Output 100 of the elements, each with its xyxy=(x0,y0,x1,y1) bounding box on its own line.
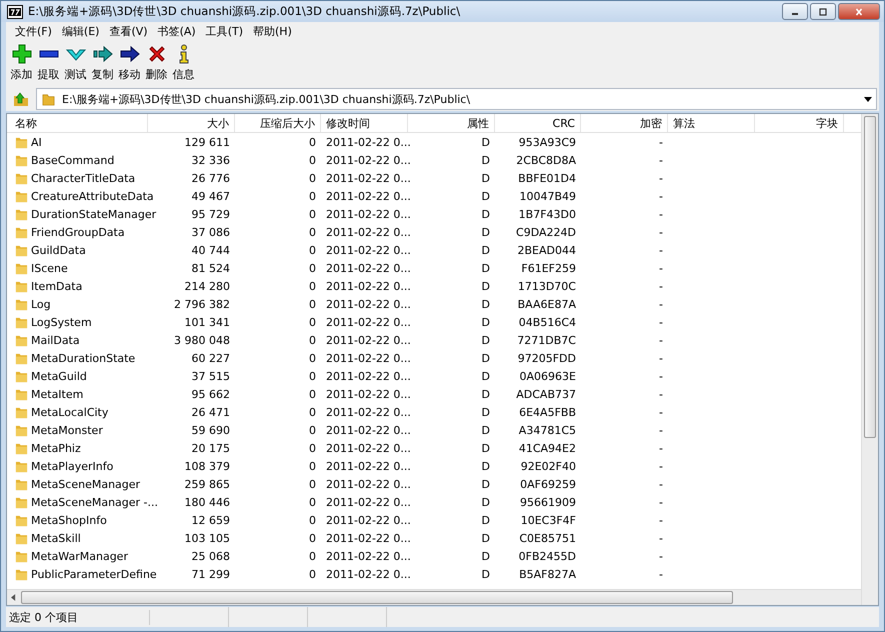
table-cell: 49 467 xyxy=(192,190,230,202)
table-cell: 71 299 xyxy=(192,568,230,580)
table-cell: - xyxy=(659,298,663,310)
table-cell: 0 xyxy=(309,442,316,454)
table-cell: 2011-02-22 0... xyxy=(326,172,411,184)
table-cell: 0FB2455D xyxy=(518,550,576,562)
table-cell: 12 659 xyxy=(192,514,230,526)
menu-item[interactable]: 编辑(E) xyxy=(56,24,104,38)
address-field[interactable]: E:\服务端+源码\3D传世\3D chuanshi源码.zip.001\3D chuanshi源码.7z\Public\ xyxy=(36,88,877,110)
vertical-scrollbar[interactable] xyxy=(861,114,878,605)
folder-icon xyxy=(15,154,28,166)
toolbar-button[interactable]: 移动 xyxy=(116,44,143,82)
table-cell: D xyxy=(482,460,490,472)
column-header[interactable]: CRC xyxy=(495,114,581,132)
column-header[interactable]: 字块 xyxy=(755,114,844,132)
table-cell: 0 xyxy=(309,370,316,382)
table-cell: A34781C5 xyxy=(518,424,576,436)
toolbar-button[interactable]: 提取 xyxy=(35,44,62,82)
table-cell: - xyxy=(659,370,663,382)
close-icon xyxy=(854,8,864,16)
toolbar-button[interactable]: 添加 xyxy=(8,44,35,82)
dropdown-arrow-icon[interactable] xyxy=(864,96,872,102)
table-cell: ItemData xyxy=(31,280,82,292)
table-cell: 103 105 xyxy=(184,532,230,544)
plus-icon xyxy=(12,44,32,64)
table-cell: 6E4A5FBB xyxy=(519,406,576,418)
table-cell: MetaWarManager xyxy=(31,550,128,562)
minimize-button[interactable] xyxy=(782,3,808,20)
menu-item[interactable]: 书签(A) xyxy=(152,24,201,38)
table-cell: CreatureAttributeData xyxy=(31,190,154,202)
status-text: 选定 0 个项目 xyxy=(6,610,150,624)
table-cell: 0A06963E xyxy=(520,370,576,382)
menu-item[interactable]: 工具(T) xyxy=(200,24,248,38)
folder-icon xyxy=(15,352,28,364)
table-cell: D xyxy=(482,172,490,184)
table-cell: Log xyxy=(31,298,51,310)
table-cell: - xyxy=(659,460,663,472)
table-cell: 214 280 xyxy=(184,280,230,292)
table-cell: 2011-02-22 0... xyxy=(326,388,411,400)
toolbar-button[interactable]: 测试 xyxy=(62,44,89,82)
table-cell: 0 xyxy=(309,424,316,436)
column-header[interactable]: 加密 xyxy=(581,114,668,132)
table-cell: 2011-02-22 0... xyxy=(326,352,411,364)
folder-icon xyxy=(15,370,28,382)
toolbar-button[interactable]: 删除 xyxy=(143,44,170,82)
table-cell: - xyxy=(659,136,663,148)
window-title: E:\服务端+源码\3D传世\3D chuanshi源码.zip.001\3D chuanshi源码.7z\Public\ xyxy=(28,4,460,19)
table-cell: 0 xyxy=(309,280,316,292)
scroll-left-icon[interactable] xyxy=(11,594,16,601)
table-cell: 0 xyxy=(309,568,316,580)
column-header[interactable]: 大小 xyxy=(148,114,235,132)
table-cell: 0 xyxy=(309,226,316,238)
table-cell: 180 446 xyxy=(184,496,230,508)
table-cell: C9DA224D xyxy=(516,226,576,238)
table-cell: ADCAB737 xyxy=(516,388,576,400)
table-cell: D xyxy=(482,136,490,148)
table-cell: DurationStateManager xyxy=(31,208,156,220)
double-arrow-icon xyxy=(92,44,112,64)
folder-icon xyxy=(15,532,28,544)
app-logo-icon xyxy=(7,4,23,18)
table-cell: 95 729 xyxy=(192,208,230,220)
table-cell: FriendGroupData xyxy=(31,226,125,238)
column-header[interactable]: 修改时间 xyxy=(321,114,408,132)
table-cell: 2011-02-22 0... xyxy=(326,154,411,166)
table-cell: 2011-02-22 0... xyxy=(326,262,411,274)
table-cell: 0 xyxy=(309,154,316,166)
toolbar-button[interactable]: 复制 xyxy=(89,44,116,82)
menu-item[interactable]: 帮助(H) xyxy=(248,24,297,38)
table-cell: 2011-02-22 0... xyxy=(326,550,411,562)
menu-item[interactable]: 文件(F) xyxy=(10,24,57,38)
column-header[interactable]: 名称 xyxy=(10,114,148,132)
close-button[interactable] xyxy=(838,3,880,20)
horizontal-scrollbar[interactable] xyxy=(7,589,861,605)
folder-icon xyxy=(15,388,28,400)
table-cell: D xyxy=(482,388,490,400)
table-cell: D xyxy=(482,568,490,580)
table-cell: 10EC3F4F xyxy=(520,514,576,526)
table-cell: D xyxy=(482,424,490,436)
table-cell: 0 xyxy=(309,514,316,526)
folder-icon xyxy=(15,442,28,454)
table-cell: MetaSkill xyxy=(31,532,81,544)
maximize-button[interactable] xyxy=(810,3,836,20)
table-cell: 04B516C4 xyxy=(518,316,576,328)
column-header[interactable]: 属性 xyxy=(408,114,495,132)
menu-item[interactable]: 查看(V) xyxy=(104,24,153,38)
toolbar-button[interactable]: 信息 xyxy=(170,44,197,82)
table-cell: 10047B49 xyxy=(519,190,576,202)
table-cell: MetaPlayerInfo xyxy=(31,460,114,472)
delete-icon xyxy=(146,44,166,64)
folder-icon xyxy=(15,190,28,202)
table-cell: - xyxy=(659,334,663,346)
table-cell: D xyxy=(482,208,490,220)
table-cell: 2011-02-22 0... xyxy=(326,280,411,292)
table-cell: D xyxy=(482,334,490,346)
table-cell: 101 341 xyxy=(184,316,230,328)
up-folder-icon[interactable] xyxy=(12,90,30,108)
table-cell: 2011-02-22 0... xyxy=(326,460,411,472)
column-header[interactable]: 算法 xyxy=(668,114,755,132)
column-header[interactable]: 压缩后大小 xyxy=(235,114,321,132)
table-cell: 81 524 xyxy=(192,262,230,274)
